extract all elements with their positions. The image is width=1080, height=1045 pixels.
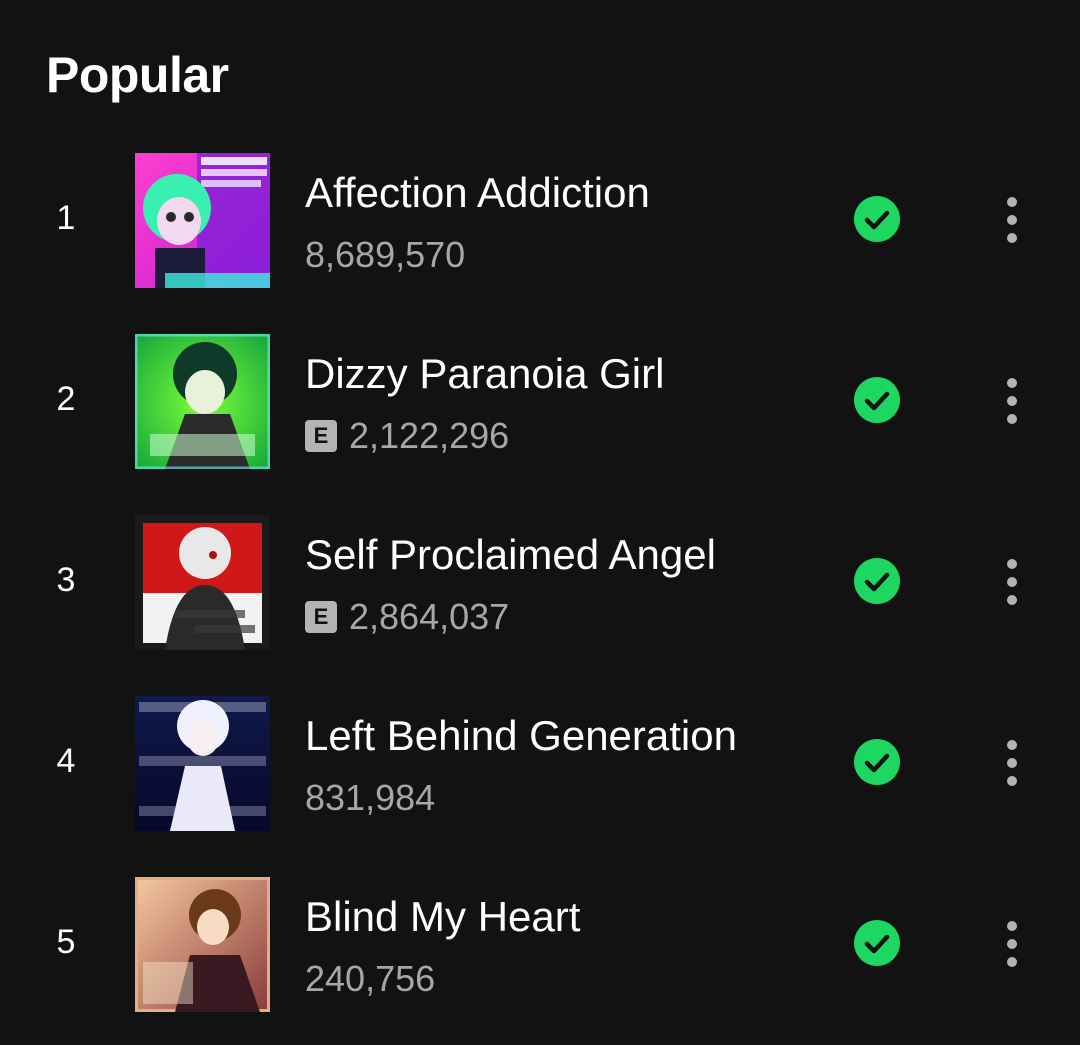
saved-check-button[interactable] [853, 557, 901, 605]
track-meta: 831,984 [305, 773, 435, 823]
track-rank: 1 [56, 199, 76, 237]
check-circle-icon [854, 377, 900, 423]
more-vertical-icon [1007, 921, 1017, 967]
play-count: 2,122,296 [349, 415, 510, 456]
track-meta: 8,689,570 [305, 230, 465, 280]
track-rank: 3 [56, 561, 76, 599]
saved-check-button[interactable] [853, 919, 901, 967]
explicit-badge: E [305, 420, 337, 452]
track-row[interactable]: 2 Dizzy Paranoia Girl E 2,122,296 [0, 331, 1080, 512]
track-row[interactable]: 1 Affection Addiction 8,689,570 [0, 150, 1080, 331]
section-title: Popular [46, 47, 229, 103]
track-row[interactable]: 5 Blind My Heart 240,756 [0, 874, 1080, 1045]
album-cover [135, 877, 270, 1012]
track-title: Left Behind Generation [305, 712, 737, 759]
more-options-button[interactable] [990, 190, 1034, 250]
album-cover [135, 334, 270, 469]
check-circle-icon [854, 739, 900, 785]
popular-track-list: 1 Affection Addiction 8,689,570 2 Dizzy … [0, 150, 1080, 1045]
track-row[interactable]: 3 Self Proclaimed Angel E 2,864,037 [0, 512, 1080, 693]
check-circle-icon [854, 558, 900, 604]
saved-check-button[interactable] [853, 738, 901, 786]
more-vertical-icon [1007, 740, 1017, 786]
track-rank: 4 [56, 742, 76, 780]
track-rank: 2 [56, 380, 76, 418]
more-options-button[interactable] [990, 914, 1034, 974]
saved-check-button[interactable] [853, 376, 901, 424]
play-count: 240,756 [305, 958, 436, 999]
saved-check-button[interactable] [853, 195, 901, 243]
more-options-button[interactable] [990, 733, 1034, 793]
track-title: Self Proclaimed Angel [305, 531, 716, 578]
more-vertical-icon [1007, 197, 1017, 243]
album-cover [135, 696, 270, 831]
play-count: 8,689,570 [305, 234, 466, 275]
track-row[interactable]: 4 Left Behind Generation 831,984 [0, 693, 1080, 874]
more-vertical-icon [1007, 559, 1017, 605]
more-options-button[interactable] [990, 552, 1034, 612]
album-cover [135, 515, 270, 650]
play-count: 831,984 [305, 777, 436, 818]
track-title: Blind My Heart [305, 893, 581, 940]
track-rank: 5 [56, 923, 76, 961]
album-cover [135, 153, 270, 288]
check-circle-icon [854, 196, 900, 242]
more-vertical-icon [1007, 378, 1017, 424]
more-options-button[interactable] [990, 371, 1034, 431]
track-meta: 240,756 [305, 954, 435, 1004]
check-circle-icon [854, 920, 900, 966]
track-meta: E 2,864,037 [305, 592, 509, 642]
explicit-badge: E [305, 601, 337, 633]
track-title: Affection Addiction [305, 169, 650, 216]
track-title: Dizzy Paranoia Girl [305, 350, 665, 397]
track-meta: E 2,122,296 [305, 411, 509, 461]
play-count: 2,864,037 [349, 596, 510, 637]
